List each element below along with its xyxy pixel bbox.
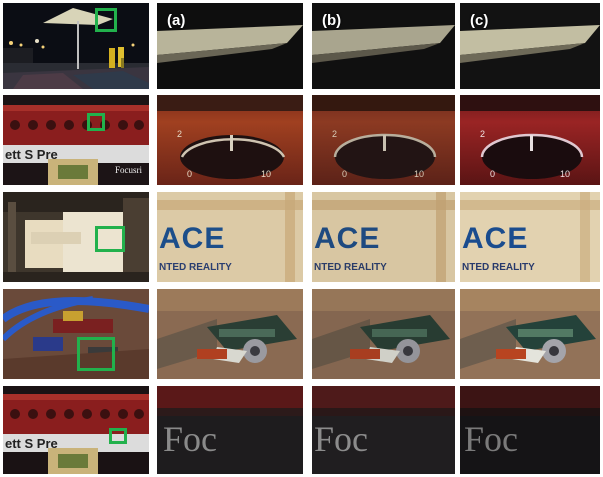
column-label-c: (c) [470,12,489,29]
poster-big-text: ACE [159,222,226,255]
row1-crop-b: (b) [312,3,455,89]
crop-highlight-box [87,113,105,131]
context-brand-text: ett S Pre [5,436,58,451]
row2-crop-a: 2 0 10 [157,95,303,185]
dial-label-2: 2 [177,129,183,139]
row5-crop-c: Foc [460,386,600,474]
dial-label-0: 0 [187,169,193,179]
row4-crop-c [460,289,600,379]
dial-label-10: 10 [261,169,272,179]
row3-crop-a: ACE NTED REALITY [157,192,303,282]
dial-label-0: 0 [342,169,348,179]
row1-context-image [3,3,149,89]
row2-crop-c: 2 0 10 [460,95,600,185]
row5-crop-a: Foc [157,386,303,474]
row4-crop-a [157,289,303,379]
row1-crop-c: (c) [460,3,600,89]
context-brand-text: ett S Pre [5,147,58,162]
row1-crop-a: (a) [157,3,303,89]
poster-small-text: NTED REALITY [462,262,535,273]
row5-context-image: ett S Pre [3,386,149,474]
poster-small-text: NTED REALITY [159,262,232,273]
column-label-b: (b) [322,12,342,29]
row3-crop-c: ACE NTED REALITY [460,192,600,282]
dial-label-10: 10 [560,169,571,179]
dial-label-2: 2 [480,129,486,139]
poster-small-text: NTED REALITY [314,262,387,273]
row2-crop-b: 2 0 10 [312,95,455,185]
row3-context-image [3,192,149,282]
comparison-figure: (a) (b) (c) ett S Pre Focusri 2 0 10 2 0… [0,0,603,477]
column-label-a: (a) [167,12,186,29]
crop-highlight-box [77,337,115,371]
row5-crop-b: Foc [312,386,455,474]
logo-text: Foc [163,419,217,459]
row2-context-image: ett S Pre Focusri [3,95,149,185]
row3-crop-b: ACE NTED REALITY [312,192,455,282]
context-brand-text-2: Focusri [115,165,142,175]
logo-text: Foc [314,419,368,459]
dial-label-2: 2 [332,129,338,139]
dial-label-10: 10 [414,169,425,179]
poster-big-text: ACE [462,222,529,255]
logo-text: Foc [464,419,518,459]
dial-label-0: 0 [490,169,496,179]
row4-context-image [3,289,149,379]
crop-highlight-box [95,226,125,252]
crop-highlight-box [95,8,117,32]
poster-big-text: ACE [314,222,381,255]
crop-highlight-box [109,428,127,444]
row4-crop-b [312,289,455,379]
